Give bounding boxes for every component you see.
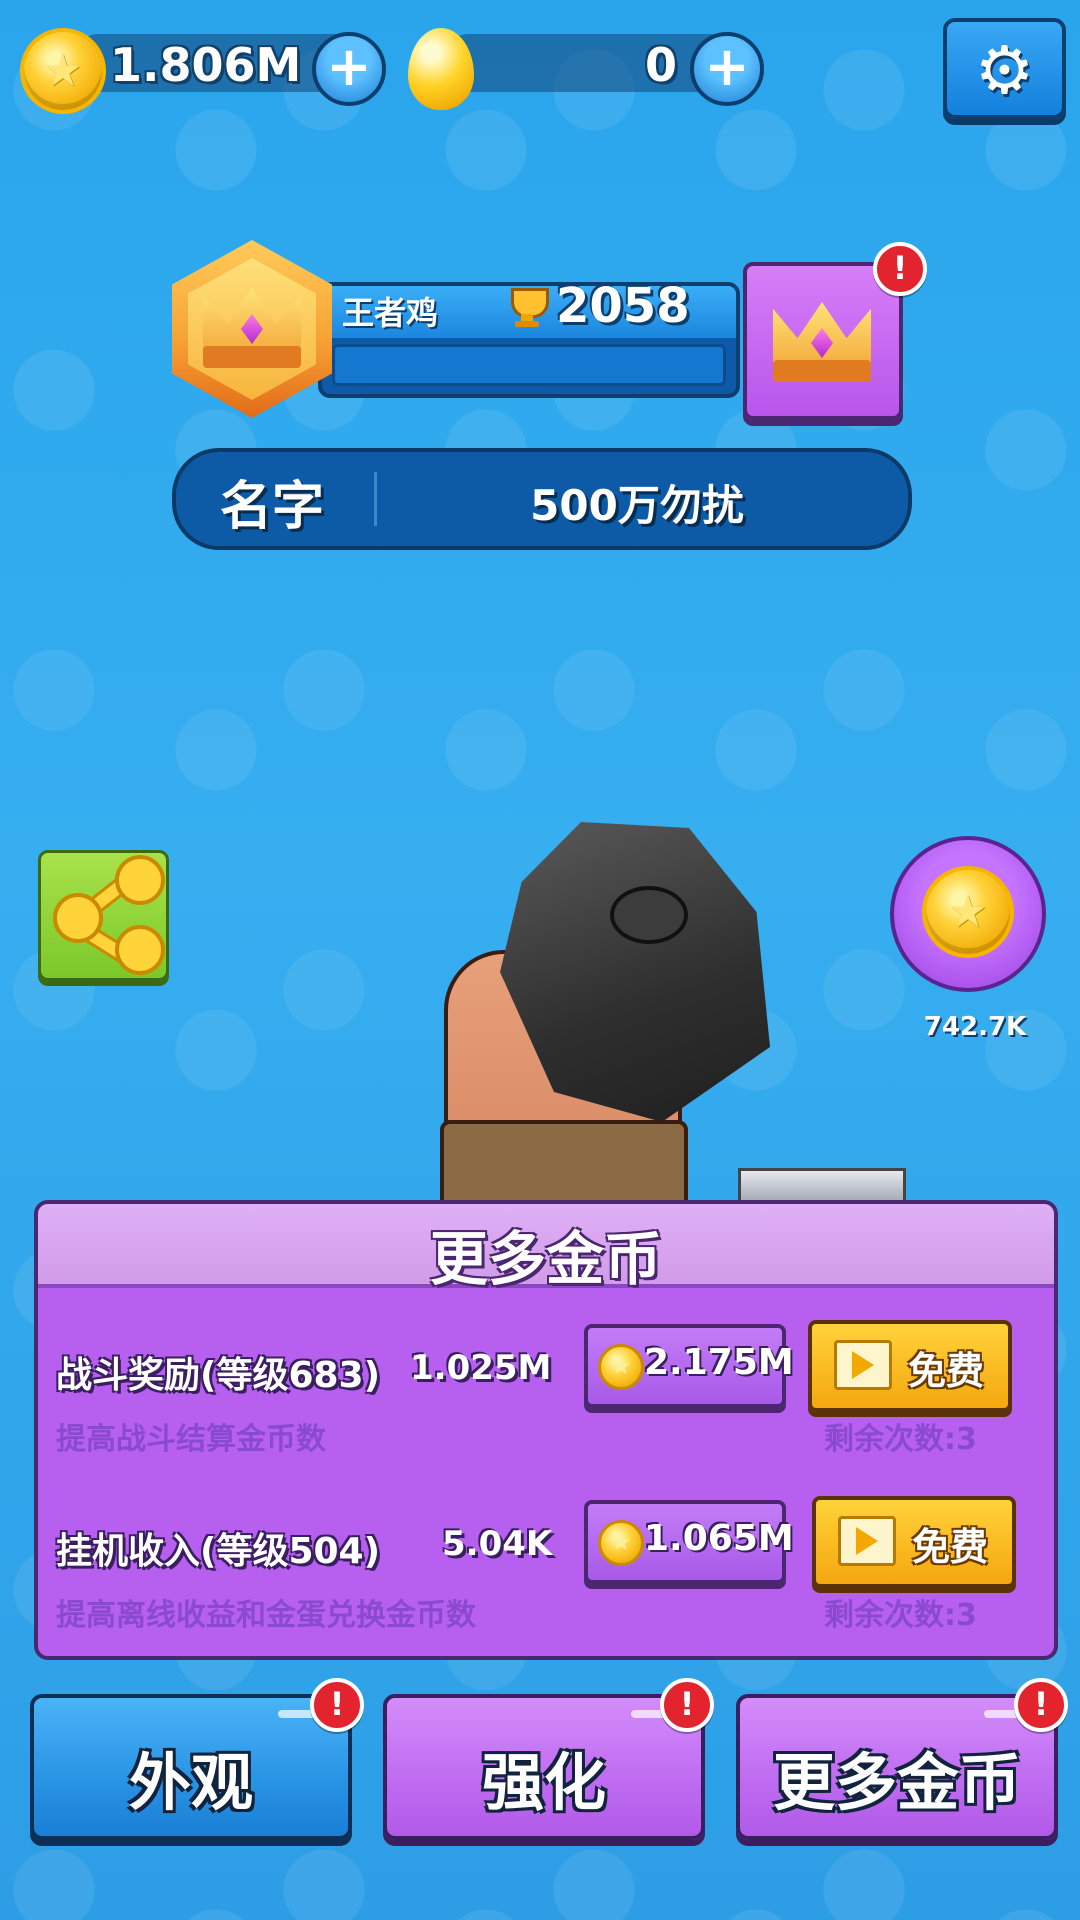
coin-bonus-value: 742.7K	[923, 1012, 1027, 1042]
tab-enhance-label: 强化	[481, 1746, 606, 1819]
idle-income-remaining: 剩余次数:3	[824, 1598, 977, 1633]
battle-reward-remaining: 剩余次数:3	[824, 1422, 977, 1457]
tab-appearance-label: 外观	[128, 1746, 253, 1819]
player-name-value: 500万勿扰	[530, 481, 744, 530]
helmet-bolt	[610, 886, 688, 944]
more-coins-alert-badge: !	[1014, 1678, 1068, 1732]
trophy-count: 2058	[556, 278, 690, 334]
crown-icon	[767, 302, 877, 382]
idle-income-cost: 1.065M	[644, 1518, 794, 1559]
free-label: 免费	[912, 1525, 989, 1569]
add-coins-button[interactable]: +	[312, 32, 386, 106]
rank-alert-badge: !	[873, 242, 927, 296]
coin-icon: ★	[598, 1520, 644, 1566]
panel-title: 更多金币	[429, 1225, 662, 1293]
more-coins-panel: 更多金币 战斗奖励(等级683) 1.025M 提高战斗结算金币数 ★ 2.17…	[34, 1200, 1058, 1660]
video-icon	[834, 1340, 892, 1390]
appearance-alert-badge: !	[310, 1678, 364, 1732]
battle-reward-free-button[interactable]: 免费	[808, 1320, 1012, 1412]
name-divider	[374, 472, 377, 526]
tab-enhance[interactable]: 强化	[383, 1694, 705, 1840]
battle-reward-title: 战斗奖励(等级683)	[56, 1355, 381, 1396]
free-label: 免费	[908, 1349, 985, 1393]
settings-button[interactable]: ⚙	[943, 18, 1066, 119]
rank-badge[interactable]	[172, 240, 332, 418]
eggs-value: 0	[645, 38, 678, 92]
coins-value: 1.806M	[110, 38, 302, 92]
idle-income-free-button[interactable]: 免费	[812, 1496, 1016, 1588]
video-icon	[838, 1516, 896, 1566]
coin-bonus-button[interactable]: ★	[890, 836, 1046, 992]
add-eggs-button[interactable]: +	[690, 32, 764, 106]
idle-income-title: 挂机收入(等级504)	[56, 1531, 381, 1572]
battle-reward-value: 1.025M	[410, 1348, 552, 1388]
idle-income-value: 5.04K	[442, 1524, 553, 1564]
tab-more-coins[interactable]: 更多金币	[736, 1694, 1058, 1840]
crown-icon	[197, 288, 307, 368]
rank-title: 王者鸡	[342, 294, 439, 332]
gear-icon: ⚙	[974, 32, 1035, 109]
star-icon: ★	[43, 45, 83, 97]
idle-income-upgrade-button[interactable]: ★ 1.065M	[584, 1500, 794, 1584]
battle-reward-description: 提高战斗结算金币数	[56, 1422, 326, 1457]
rank-progress-bar	[332, 344, 726, 386]
idle-income-description: 提高离线收益和金蛋兑换金币数	[56, 1598, 476, 1633]
name-label: 名字	[220, 477, 325, 537]
share-button[interactable]	[38, 850, 169, 981]
panel-header: 更多金币	[38, 1204, 1054, 1293]
star-icon: ★	[948, 886, 988, 938]
tab-more-coins-label: 更多金币	[772, 1746, 1021, 1819]
trophy-icon	[505, 288, 549, 328]
battle-reward-cost: 2.175M	[644, 1342, 794, 1383]
gold-coin-icon: ★	[20, 28, 106, 114]
battle-reward-upgrade-button[interactable]: ★ 2.175M	[584, 1324, 794, 1408]
enhance-alert-badge: !	[660, 1678, 714, 1732]
coin-icon: ★	[598, 1344, 644, 1390]
gold-coin-icon: ★	[922, 866, 1014, 958]
tab-appearance[interactable]: 外观	[30, 1694, 352, 1840]
player-name-field[interactable]: 名字 500万勿扰	[172, 448, 912, 550]
